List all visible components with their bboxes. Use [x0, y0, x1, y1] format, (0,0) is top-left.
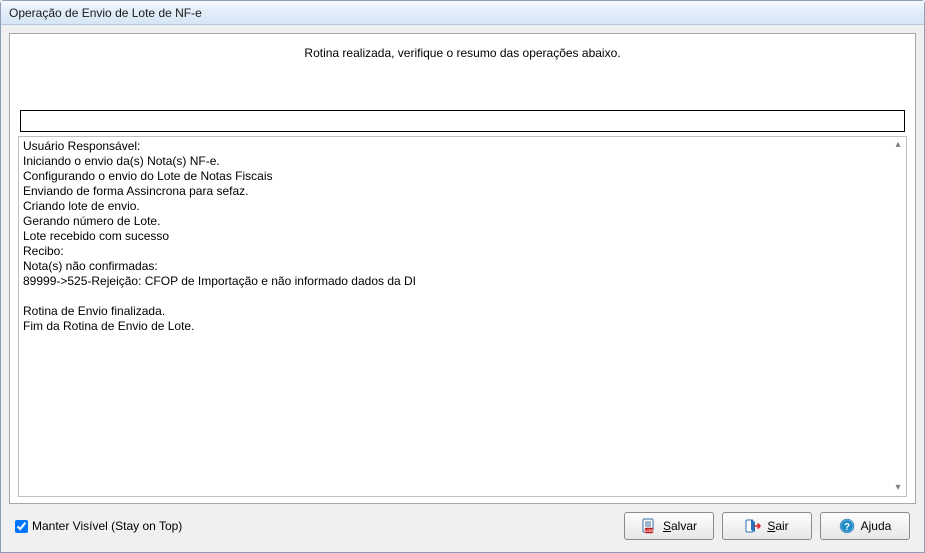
stay-on-top-label: Manter Visível (Stay on Top) [32, 519, 182, 533]
svg-text:?: ? [844, 522, 850, 533]
progress-bar [20, 110, 905, 132]
exit-icon [745, 518, 761, 534]
status-message: Rotina realizada, verifique o resumo das… [18, 42, 907, 74]
help-icon: ? [839, 518, 855, 534]
log-container: Usuário Responsável: Iniciando o envio d… [18, 136, 907, 497]
titlebar: Operação de Envio de Lote de NF-e [1, 1, 924, 25]
help-button-label: Ajuda [861, 519, 892, 533]
stay-on-top-checkbox-wrap[interactable]: Manter Visível (Stay on Top) [15, 519, 616, 533]
main-panel: Rotina realizada, verifique o resumo das… [9, 33, 916, 504]
save-icon: LOG [641, 518, 657, 534]
window-title: Operação de Envio de Lote de NF-e [9, 6, 202, 20]
spacer [18, 74, 907, 110]
log-textarea[interactable]: Usuário Responsável: Iniciando o envio d… [19, 137, 906, 496]
help-button[interactable]: ? Ajuda [820, 512, 910, 540]
exit-button[interactable]: Sair [722, 512, 812, 540]
save-button-label: Salvar [663, 519, 697, 533]
dialog-window: Operação de Envio de Lote de NF-e Rotina… [0, 0, 925, 553]
stay-on-top-checkbox[interactable] [15, 520, 28, 533]
svg-text:LOG: LOG [645, 528, 654, 533]
exit-button-label: Sair [767, 519, 788, 533]
bottom-bar: Manter Visível (Stay on Top) LOG Salvar [9, 508, 916, 544]
client-area: Rotina realizada, verifique o resumo das… [1, 25, 924, 552]
save-button[interactable]: LOG Salvar [624, 512, 714, 540]
